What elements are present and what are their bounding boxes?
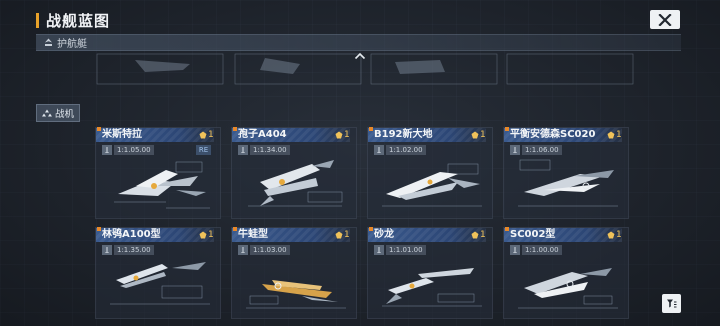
ship-name: SC002型 [510, 229, 556, 240]
count-badge: 1 [607, 130, 622, 140]
ship-name: 孢子A404 [238, 129, 287, 140]
category-label: 战机 [55, 109, 75, 120]
close-button[interactable] [650, 10, 680, 29]
badge-count: 1 [344, 130, 350, 140]
new-indicator [233, 127, 237, 131]
ship-name: 牛蛙型 [238, 229, 268, 240]
scale-value: 1:1.03.00 [250, 245, 290, 255]
ship-blueprint [248, 160, 343, 207]
close-icon [658, 13, 672, 26]
ship-name: B192新大地 [374, 129, 433, 140]
badge-count: 1 [208, 130, 214, 140]
blueprint-card[interactable]: 米斯特拉 1 1:1.05.00 RE [95, 127, 221, 219]
new-indicator [369, 227, 373, 231]
new-indicator [97, 227, 101, 231]
re-tag: RE [196, 145, 211, 155]
section-header-escort[interactable]: 护航艇 [36, 34, 681, 51]
title-accent [36, 12, 39, 28]
new-indicator [505, 227, 509, 231]
blueprint-card[interactable]: 孢子A404 1 1:1.34.00 [231, 127, 357, 219]
scale-value: 1:1.35.00 [114, 245, 154, 255]
blueprint-card[interactable]: B192新大地 1 1:1.02.00 [367, 127, 493, 219]
scale-icon [238, 245, 248, 255]
badge-count: 1 [616, 130, 622, 140]
scale-icon [510, 145, 520, 155]
scale-value: 1:1.06.00 [522, 145, 562, 155]
ship-name: 林鸮A100型 [102, 229, 161, 240]
badge-count: 1 [344, 230, 350, 240]
scale-icon [102, 145, 112, 155]
count-badge: 1 [607, 230, 622, 240]
count-badge: 1 [199, 130, 214, 140]
badge-icon [607, 131, 615, 139]
blueprint-card[interactable]: 牛蛙型 1 1:1.03.00 [231, 227, 357, 319]
new-indicator [505, 127, 509, 131]
scale-icon [374, 145, 384, 155]
new-indicator [233, 227, 237, 231]
blueprint-card[interactable]: 林鸮A100型 1 1:1.35.00 [95, 227, 221, 319]
chevron-up-icon[interactable] [354, 52, 366, 60]
blueprint-card[interactable]: 砂龙 1 1:1.01.00 [367, 227, 493, 319]
category-tag-fighters: 战机 [36, 104, 81, 122]
fighter-group-icon [42, 109, 52, 117]
ship-name: 米斯特拉 [102, 129, 142, 140]
scale-icon [510, 245, 520, 255]
scale-row: 1:1.05.00 [102, 145, 154, 155]
scale-row: 1:1.06.00 [510, 145, 562, 155]
badge-icon [335, 231, 343, 239]
badge-icon [607, 231, 615, 239]
scale-row: 1:1.35.00 [102, 245, 154, 255]
header: 战舰蓝图 [36, 9, 110, 31]
ship-blueprint [382, 268, 482, 307]
blueprint-card[interactable]: SC002型 1 1:1.00.00 [503, 227, 629, 319]
badge-count: 1 [616, 230, 622, 240]
count-badge: 1 [335, 130, 350, 140]
ship-blueprint [518, 159, 618, 207]
scale-icon [102, 245, 112, 255]
badge-count: 1 [480, 130, 486, 140]
count-badge: 1 [471, 230, 486, 240]
badge-icon [471, 131, 479, 139]
scale-icon [238, 145, 248, 155]
count-badge: 1 [471, 130, 486, 140]
scale-icon [374, 245, 384, 255]
escort-icon [45, 38, 52, 46]
scale-value: 1:1.01.00 [386, 245, 426, 255]
ship-name: 平衡安德森SC020 [510, 129, 596, 140]
ship-blueprint [382, 163, 482, 207]
scale-row: 1:1.03.00 [238, 245, 290, 255]
badge-icon [199, 131, 207, 139]
badge-count: 1 [208, 230, 214, 240]
ship-blueprint [110, 262, 210, 305]
badge-count: 1 [480, 230, 486, 240]
scale-row: 1:1.34.00 [238, 145, 290, 155]
page-title: 战舰蓝图 [46, 11, 111, 30]
scale-value: 1:1.02.00 [386, 145, 426, 155]
section-label: 护航艇 [57, 39, 87, 50]
scale-row: 1:1.01.00 [374, 245, 426, 255]
ship-blueprint [246, 280, 346, 309]
badge-icon [199, 231, 207, 239]
ship-blueprint [518, 268, 618, 309]
scale-value: 1:1.34.00 [250, 145, 290, 155]
count-badge: 1 [199, 230, 214, 240]
blueprint-card[interactable]: 平衡安德森SC020 1 1:1.06.00 [503, 127, 629, 219]
count-badge: 1 [335, 230, 350, 240]
ship-name: 砂龙 [374, 229, 394, 240]
scale-value: 1:1.05.00 [114, 145, 154, 155]
filter-icon [667, 299, 677, 308]
scale-row: 1:1.00.00 [510, 245, 562, 255]
ship-blueprint [114, 161, 210, 209]
scale-row: 1:1.02.00 [374, 145, 426, 155]
badge-icon [471, 231, 479, 239]
scale-value: 1:1.00.00 [522, 245, 562, 255]
new-indicator [97, 127, 101, 131]
new-indicator [369, 127, 373, 131]
badge-icon [335, 131, 343, 139]
filter-button[interactable] [662, 294, 681, 313]
